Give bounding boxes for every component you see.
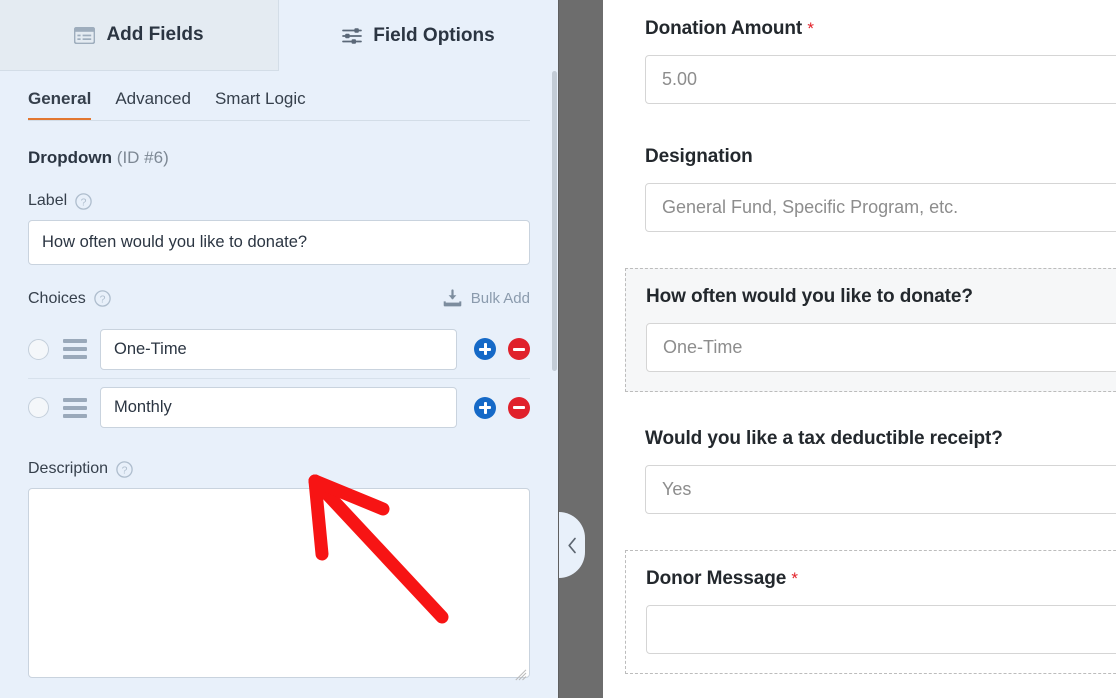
preview-field-donation-frequency[interactable]: How often would you like to donate? — [625, 268, 1116, 392]
panel-divider-strip — [558, 0, 603, 698]
radio-button-icon[interactable] — [28, 397, 49, 418]
sub-tab-divider — [28, 120, 530, 121]
help-circle-icon[interactable]: ? — [94, 290, 111, 307]
help-circle-icon[interactable]: ? — [116, 460, 133, 478]
bulk-add-button[interactable]: Bulk Add — [443, 289, 530, 308]
field-options-panel: Add Fields Field Options General Advance… — [0, 0, 558, 698]
preview-label-text: How often would you like to donate? — [646, 286, 973, 307]
preview-field-label: Would you like a tax deductible receipt? — [645, 428, 1116, 450]
preview-input-donor-message[interactable] — [646, 605, 1116, 654]
plus-circle-icon[interactable] — [474, 338, 496, 360]
plus-circle-icon[interactable] — [474, 396, 496, 419]
tab-add-fields-label: Add Fields — [106, 24, 204, 45]
import-download-icon — [443, 289, 462, 308]
field-settings-body: Dropdown (ID #6) Label ? Choices ? — [0, 148, 558, 683]
required-marker: * — [807, 19, 814, 38]
tab-field-options[interactable]: Field Options — [279, 0, 558, 71]
collapse-panel-button[interactable] — [559, 512, 585, 578]
sub-tab-advanced-label: Advanced — [115, 89, 191, 108]
description-setting-caption: Description ? — [28, 460, 530, 478]
panel-scrollbar[interactable] — [551, 71, 558, 698]
description-wrapper — [28, 488, 530, 683]
bulk-add-label: Bulk Add — [470, 290, 530, 307]
preview-input-donation-amount[interactable] — [645, 55, 1116, 104]
form-preview-panel: Donation Amount * Designation How often … — [603, 0, 1116, 698]
sub-tab-smart-logic-label: Smart Logic — [214, 89, 306, 108]
sub-tab-advanced[interactable]: Advanced — [115, 89, 191, 121]
choices-setting-caption: Choices ? Bulk Add — [28, 289, 530, 308]
label-setting-caption: Label ? — [28, 192, 530, 210]
choice-row — [28, 378, 530, 436]
preview-spacer — [645, 394, 1116, 428]
tab-add-fields[interactable]: Add Fields — [0, 0, 279, 71]
field-type-name: Dropdown — [28, 148, 113, 167]
drag-handle-icon[interactable] — [63, 339, 87, 359]
panel-scrollbar-thumb[interactable] — [552, 71, 557, 371]
preview-spacer — [645, 516, 1116, 550]
help-circle-icon[interactable]: ? — [75, 192, 92, 210]
preview-label-text: Would you like a tax deductible receipt? — [645, 428, 1003, 449]
field-id-text: (ID #6) — [116, 148, 169, 167]
radio-button-icon[interactable] — [28, 338, 49, 360]
choice-input-one-time[interactable] — [100, 328, 457, 370]
chevron-left-icon — [567, 537, 578, 554]
panel-tab-bar: Add Fields Field Options — [0, 0, 558, 71]
sliders-icon — [342, 27, 363, 45]
sub-tab-general[interactable]: General — [28, 89, 92, 121]
preview-label-text: Donor Message — [646, 568, 787, 589]
preview-label-text: Designation — [645, 146, 753, 167]
svg-text:?: ? — [99, 293, 105, 305]
preview-field-label: Designation — [645, 146, 1116, 168]
preview-field-donor-message[interactable]: Donor Message * — [625, 550, 1116, 674]
svg-text:?: ? — [81, 196, 87, 208]
preview-spacer — [645, 234, 1116, 268]
preview-field-label: Donor Message * — [646, 568, 1116, 590]
sub-tab-smart-logic[interactable]: Smart Logic — [215, 89, 306, 121]
svg-text:?: ? — [122, 464, 128, 476]
preview-field-tax-receipt[interactable]: Would you like a tax deductible receipt? — [645, 428, 1116, 514]
preview-input-donation-frequency[interactable] — [646, 323, 1116, 372]
minus-circle-icon[interactable] — [508, 396, 530, 419]
preview-label-text: Donation Amount — [645, 18, 803, 39]
settings-sub-tab-bar: General Advanced Smart Logic — [0, 71, 558, 121]
label-input[interactable] — [28, 220, 530, 265]
drag-handle-icon[interactable] — [63, 397, 87, 418]
required-marker: * — [791, 569, 798, 588]
preview-field-designation[interactable]: Designation — [645, 146, 1116, 232]
minus-circle-icon[interactable] — [508, 338, 530, 360]
field-type-heading: Dropdown (ID #6) — [28, 148, 530, 168]
description-textarea[interactable] — [28, 488, 530, 678]
choice-input-monthly[interactable] — [100, 387, 457, 428]
preview-input-tax-receipt[interactable] — [645, 465, 1116, 514]
sub-tab-general-label: General — [28, 89, 92, 108]
label-caption-text: Label — [28, 192, 68, 209]
tab-field-options-label: Field Options — [373, 24, 495, 46]
preview-input-designation[interactable] — [645, 183, 1116, 232]
preview-field-donation-amount[interactable]: Donation Amount * — [645, 18, 1116, 104]
preview-field-label: Donation Amount * — [645, 18, 1116, 40]
preview-spacer — [645, 106, 1116, 146]
fields-list-icon — [74, 26, 96, 44]
preview-field-label: How often would you like to donate? — [646, 286, 1116, 308]
choice-row — [28, 320, 530, 378]
description-caption-text: Description — [28, 460, 109, 477]
choices-caption-text: Choices — [28, 289, 86, 307]
